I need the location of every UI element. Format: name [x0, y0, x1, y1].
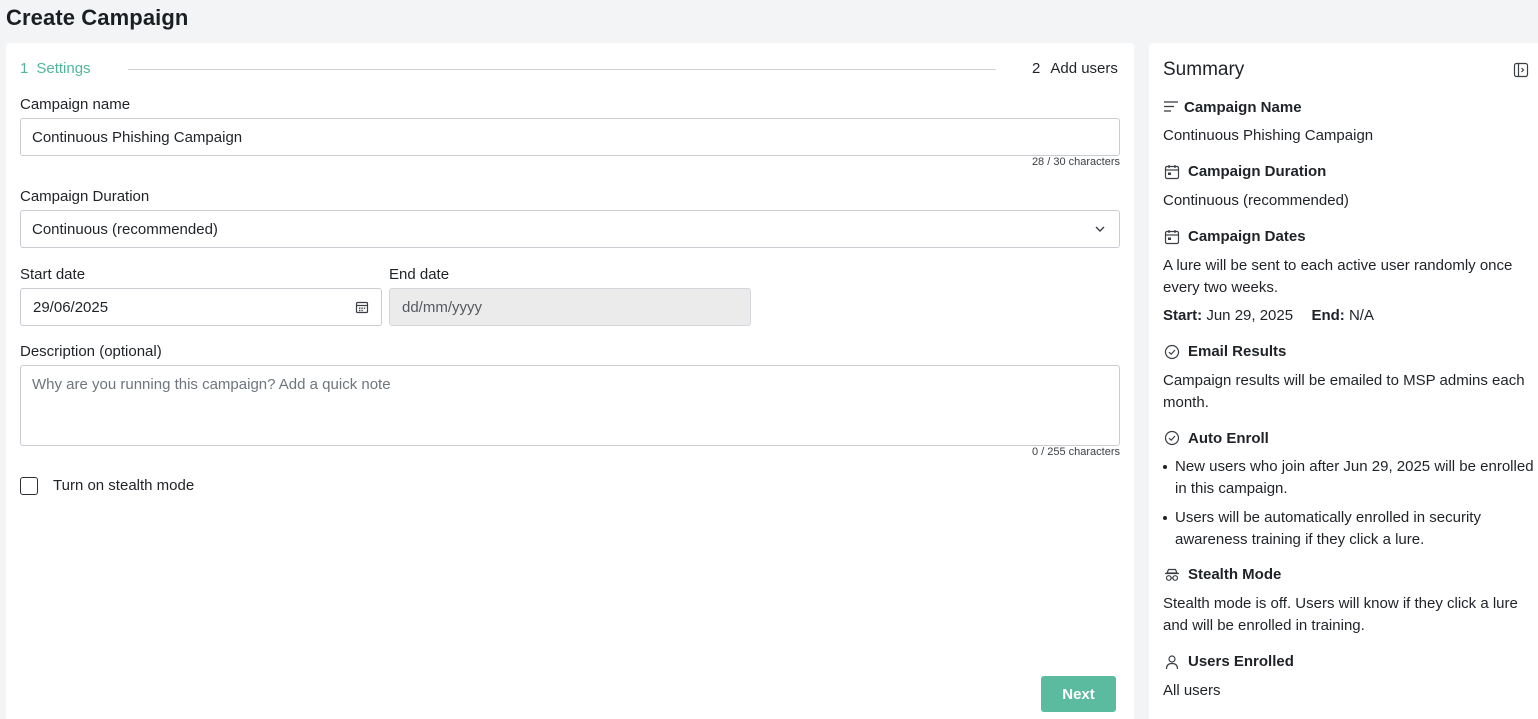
check-circle-icon	[1164, 344, 1180, 360]
summary-email-results-text: Campaign results will be emailed to MSP …	[1163, 372, 1525, 411]
calendar-icon	[1164, 230, 1180, 245]
summary-campaign-dates-range: Start: Jun 29, 2025 End: N/A	[1163, 305, 1535, 327]
list-item: New users who join after Jun 29, 2025 wi…	[1163, 456, 1535, 500]
lines-icon	[1164, 101, 1178, 112]
summary-stealth-mode-text: Stealth mode is off. Users will know if …	[1163, 595, 1518, 634]
start-value: Jun 29, 2025	[1206, 307, 1294, 324]
start-date-label: Start date	[20, 266, 86, 283]
end-date-label: End date	[389, 266, 450, 283]
calendar-icon[interactable]	[355, 300, 369, 314]
stealth-mode-label[interactable]: Turn on stealth mode	[53, 477, 194, 494]
step-add-users[interactable]: 2 Add users	[1032, 60, 1118, 77]
summary-auto-enroll-heading: Auto Enroll	[1188, 430, 1269, 447]
summary-users-enrolled-heading: Users Enrolled	[1188, 653, 1294, 670]
campaign-name-input[interactable]	[20, 118, 1120, 156]
summary-campaign-dates-heading: Campaign Dates	[1188, 228, 1306, 245]
collapse-panel-icon[interactable]	[1513, 62, 1529, 78]
description-counter: 0 / 255 characters	[1031, 446, 1120, 458]
campaign-settings-card: 1 Settings 2 Add users Campaign name 28 / …	[6, 43, 1134, 719]
calendar-icon	[1164, 165, 1180, 180]
campaign-duration-value: Continuous (recommended)	[32, 220, 218, 238]
summary-campaign-name-value: Continuous Phishing Campaign	[1163, 127, 1374, 144]
end-label: End:	[1311, 307, 1345, 324]
start-date-input[interactable]: 29/06/2025	[20, 288, 382, 326]
auto-enroll-list: New users who join after Jun 29, 2025 wi…	[1163, 456, 1535, 558]
campaign-name-counter: 28 / 30 characters	[1031, 156, 1120, 168]
end-value: N/A	[1348, 307, 1374, 324]
check-circle-icon	[1164, 430, 1180, 446]
step-label: Add users	[1050, 60, 1118, 77]
summary-campaign-duration-heading: Campaign Duration	[1188, 163, 1327, 180]
end-date-input: dd/mm/yyyy	[389, 288, 751, 326]
start-date-value: 29/06/2025	[33, 298, 109, 316]
next-button[interactable]: Next	[1041, 676, 1116, 712]
summary-users-enrolled-value: All users	[1163, 682, 1221, 699]
summary-campaign-duration-value: Continuous (recommended)	[1163, 192, 1349, 209]
step-number: 1	[20, 60, 29, 77]
step-number: 2	[1032, 60, 1041, 77]
step-label: Settings	[36, 60, 91, 77]
user-icon	[1165, 655, 1179, 670]
description-label: Description (optional)	[20, 343, 162, 360]
summary-campaign-name-heading: Campaign Name	[1184, 99, 1302, 116]
incognito-icon	[1165, 568, 1179, 581]
summary-email-results-heading: Email Results	[1188, 343, 1287, 360]
description-textarea[interactable]	[20, 365, 1120, 446]
campaign-duration-label: Campaign Duration	[20, 188, 150, 205]
summary-title: Summary	[1163, 59, 1245, 80]
page-title: Create Campaign	[6, 5, 189, 30]
campaign-duration-select[interactable]: Continuous (recommended)	[20, 210, 1120, 248]
list-item: Users will be automatically enrolled in …	[1163, 507, 1535, 551]
summary-stealth-mode-heading: Stealth Mode	[1188, 566, 1282, 583]
chevron-down-icon	[1095, 226, 1105, 232]
summary-campaign-dates-text: A lure will be sent to each active user …	[1163, 257, 1513, 296]
stepper-connector	[128, 69, 996, 70]
start-label: Start:	[1163, 307, 1203, 324]
summary-panel: Summary Campaign Name Continuous Phishin…	[1149, 43, 1538, 719]
end-date-placeholder: dd/mm/yyyy	[402, 298, 483, 316]
step-settings[interactable]: 1 Settings	[20, 60, 91, 77]
campaign-name-label: Campaign name	[20, 96, 131, 113]
stealth-mode-checkbox[interactable]	[20, 477, 38, 495]
